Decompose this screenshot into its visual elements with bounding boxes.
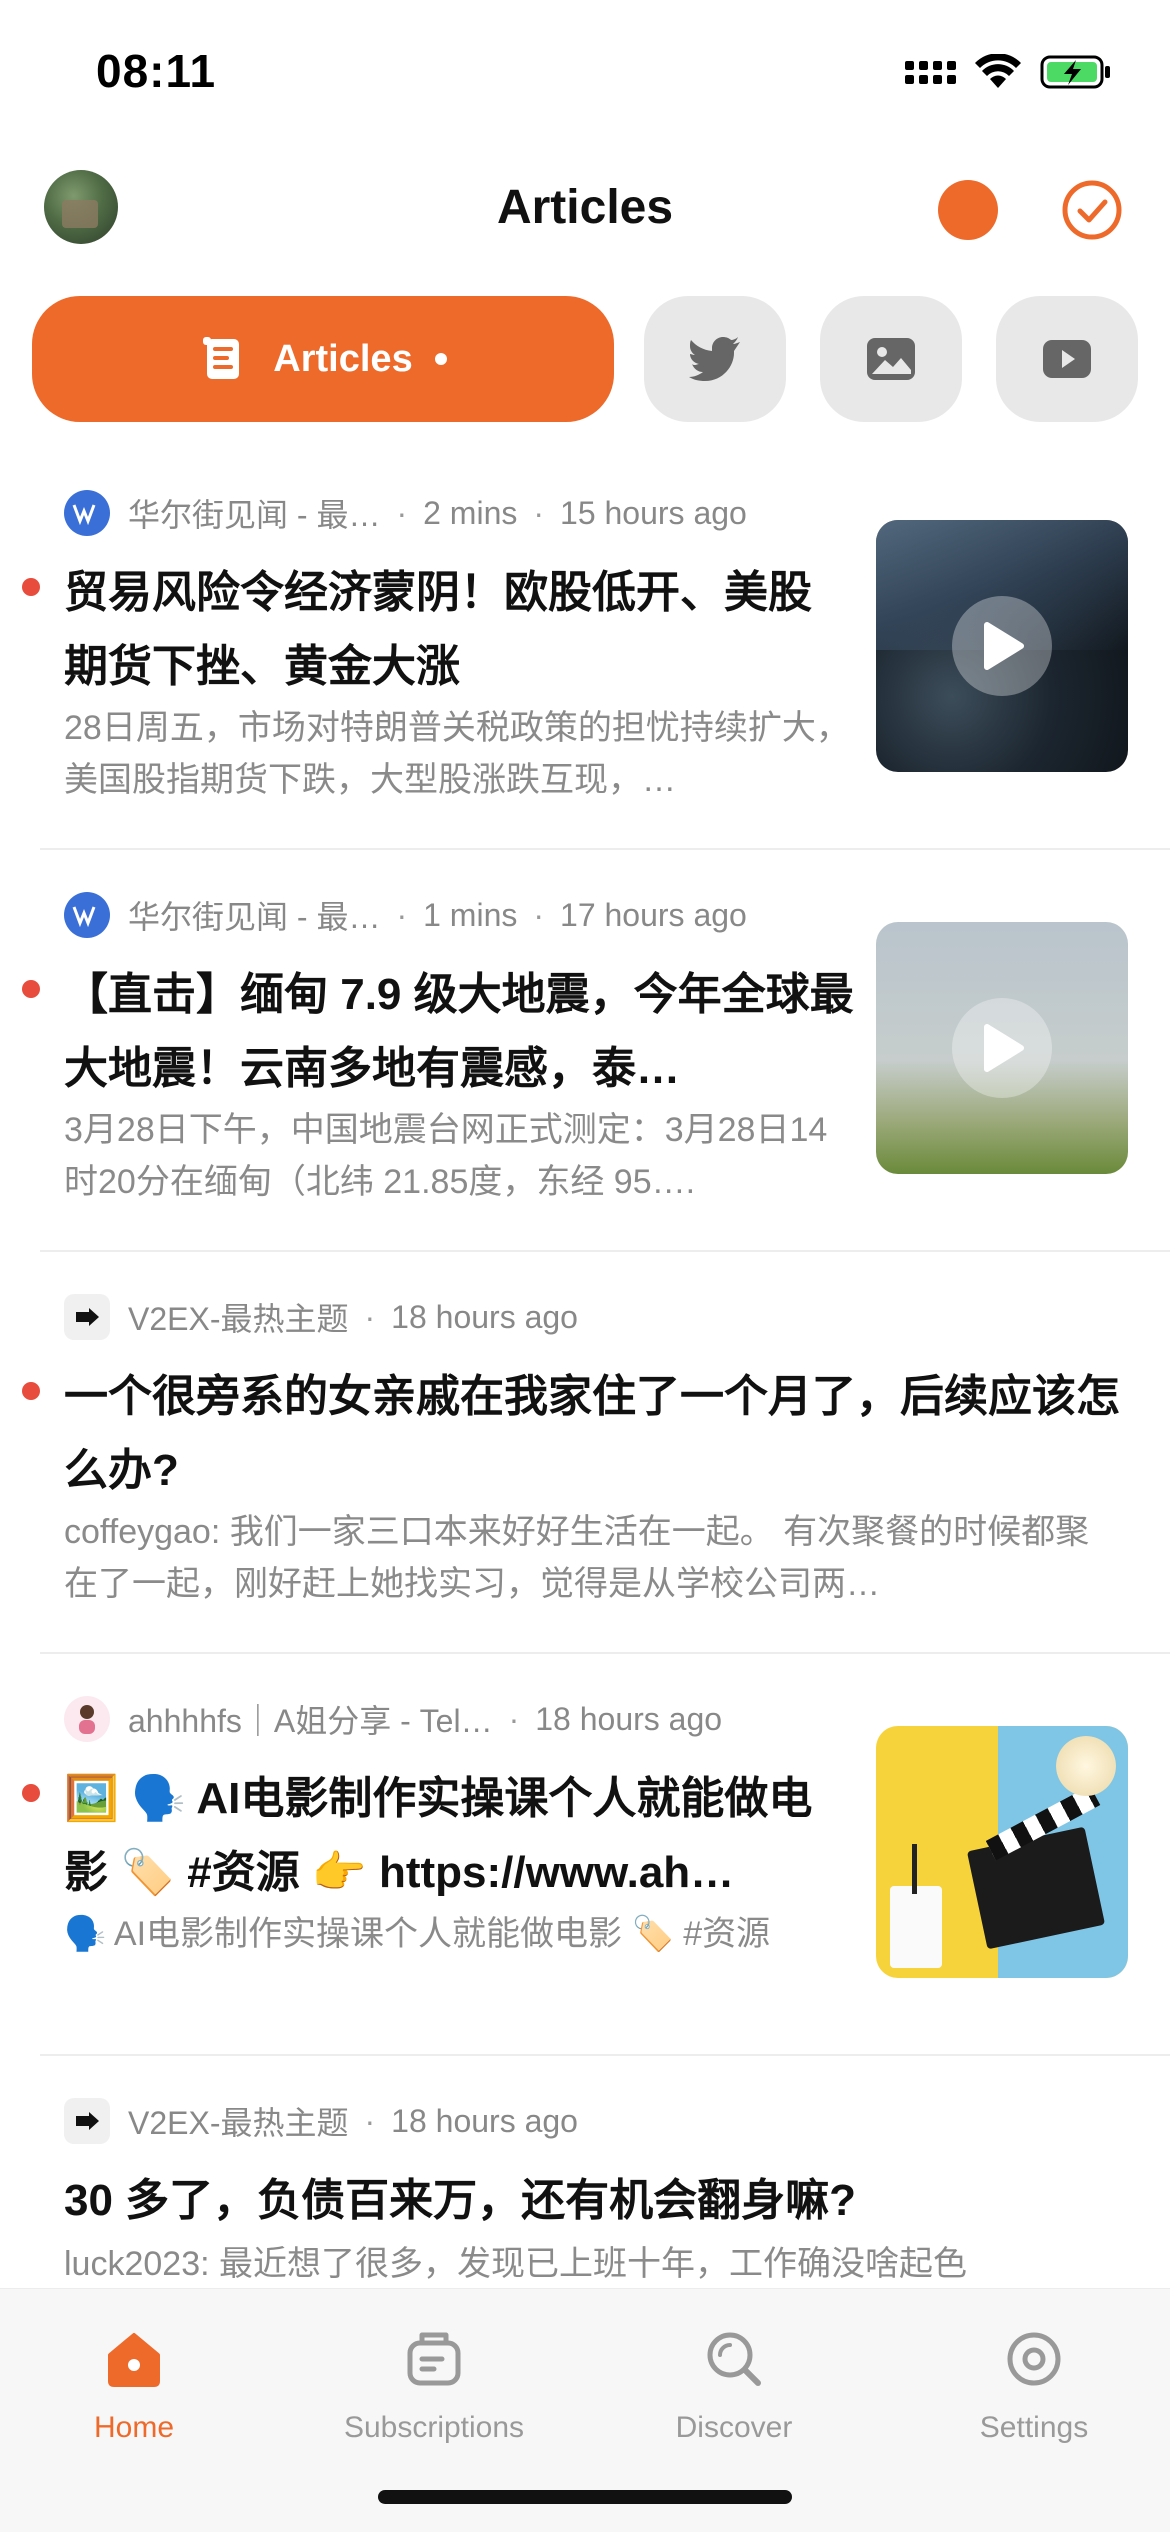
battery-charging-icon <box>1040 55 1110 89</box>
mark-all-read-icon[interactable] <box>1060 178 1124 242</box>
status-time: 08:11 <box>96 45 217 97</box>
timestamp: 15 hours ago <box>560 494 747 531</box>
subscriptions-icon <box>407 2332 461 2386</box>
unread-dot <box>22 1784 40 1802</box>
article-excerpt: 3月28日下午，中国地震台网正式测定：3月28日14时20分在缅甸（北纬 21.… <box>64 1111 828 1201</box>
read-time: 2 mins <box>423 494 518 531</box>
divider <box>40 848 1170 850</box>
unread-indicator-button[interactable] <box>938 180 998 240</box>
tab-settings[interactable]: Settings <box>914 2319 1154 2445</box>
source-name: 华尔街见闻 - 最… <box>128 899 381 935</box>
image-icon <box>867 338 915 380</box>
article-thumbnail <box>876 922 1128 1174</box>
source-name: V2EX-最热主题 <box>128 1301 349 1337</box>
status-icons <box>905 54 1112 90</box>
nav-bar: Articles <box>0 160 1170 260</box>
status-bar: 08:11 <box>0 0 1170 140</box>
filter-articles-label: Articles <box>273 337 413 380</box>
filter-pictures[interactable] <box>820 296 962 422</box>
article-title: 贸易风险令经济蒙阴！欧股低开、美股期货下挫、黄金大涨 <box>64 568 812 691</box>
article-title: 【直击】缅甸 7.9 级大地震，今年全球最大地震！云南多地有震感，泰… <box>64 970 854 1093</box>
timestamp: 18 hours ago <box>391 1298 578 1335</box>
timestamp: 18 hours ago <box>391 2102 578 2139</box>
play-icon[interactable] <box>952 998 1052 1098</box>
home-indicator[interactable] <box>378 2490 792 2504</box>
unread-dot <box>22 980 40 998</box>
article-thumbnail <box>876 1726 1128 1978</box>
read-time: 1 mins <box>423 896 518 933</box>
article-thumbnail <box>876 520 1128 772</box>
home-icon <box>108 2333 160 2387</box>
search-icon <box>707 2332 761 2386</box>
article-title: 一个很旁系的女亲戚在我家住了一个月了，后续应该怎么办? <box>64 1372 1120 1495</box>
item-meta: 华尔街见闻 - 最… · 2 mins · 15 hours ago <box>64 490 747 536</box>
item-meta: ahhhhfs｜A姐分享 - Tel… · 18 hours ago <box>64 1696 722 1742</box>
source-name: ahhhhfs｜A姐分享 - Tel… <box>128 1703 493 1739</box>
tab-home-label: Home <box>93 2411 175 2444</box>
tab-settings-label: Settings <box>979 2411 1089 2444</box>
wifi-icon <box>975 54 1021 88</box>
tab-subscriptions[interactable]: Subscriptions <box>314 2319 554 2445</box>
gear-icon <box>1007 2332 1061 2386</box>
item-meta: V2EX-最热主题 · 18 hours ago <box>64 2098 578 2144</box>
tab-home[interactable]: Home <box>14 2319 254 2445</box>
timestamp: 18 hours ago <box>535 1700 723 1737</box>
divider <box>40 2054 1170 2056</box>
filter-social[interactable] <box>644 296 786 422</box>
article-icon <box>203 337 240 379</box>
article-title: 30 多了，负债百来万，还有机会翻身嘛? <box>64 2176 857 2225</box>
article-title: 🖼️ 🗣️ AI电影制作实操课个人就能做电影 🏷️ #资源 👉 https://… <box>64 1774 813 1897</box>
play-icon[interactable] <box>952 596 1052 696</box>
article-excerpt: 🗣️ AI电影制作实操课个人就能做电影 🏷️ #资源 <box>64 1915 771 1953</box>
article-excerpt: coffeygao: 我们一家三口本来好好生活在一起。 有次聚餐的时候都聚在了一… <box>64 1513 1090 1603</box>
filter-unread-dot <box>434 353 447 365</box>
v2ex-icon <box>64 2098 110 2144</box>
cellular-signal-icon <box>905 60 956 84</box>
unread-dot <box>22 1382 40 1400</box>
v2ex-icon <box>64 1294 110 1340</box>
tab-subscriptions-label: Subscriptions <box>343 2411 525 2444</box>
tab-discover[interactable]: Discover <box>614 2319 854 2445</box>
source-name: 华尔街见闻 - 最… <box>128 497 381 533</box>
unread-dot <box>22 578 40 596</box>
profile-avatar-icon <box>64 1696 110 1742</box>
article-excerpt: luck2023: 最近想了很多，发现已上班十年，工作确没啥起色 <box>64 2245 967 2283</box>
video-icon <box>1043 340 1091 378</box>
tab-discover-label: Discover <box>675 2411 793 2444</box>
filter-articles[interactable]: Articles <box>32 296 614 422</box>
content-type-filters: Articles <box>32 296 1142 422</box>
wallstreetcn-icon <box>64 490 110 536</box>
source-name: V2EX-最热主题 <box>128 2105 349 2141</box>
divider <box>40 1250 1170 1252</box>
item-meta: 华尔街见闻 - 最… · 1 mins · 17 hours ago <box>64 892 747 938</box>
wallstreetcn-icon <box>64 892 110 938</box>
filter-videos[interactable] <box>996 296 1138 422</box>
twitter-bird-icon <box>689 337 740 381</box>
item-meta: V2EX-最热主题 · 18 hours ago <box>64 1294 578 1340</box>
article-excerpt: 28日周五，市场对特朗普关税政策的担忧持续扩大，美国股指期货下跌，大型股涨跌互现… <box>64 709 850 799</box>
timestamp: 17 hours ago <box>560 896 747 933</box>
divider <box>40 1652 1170 1654</box>
